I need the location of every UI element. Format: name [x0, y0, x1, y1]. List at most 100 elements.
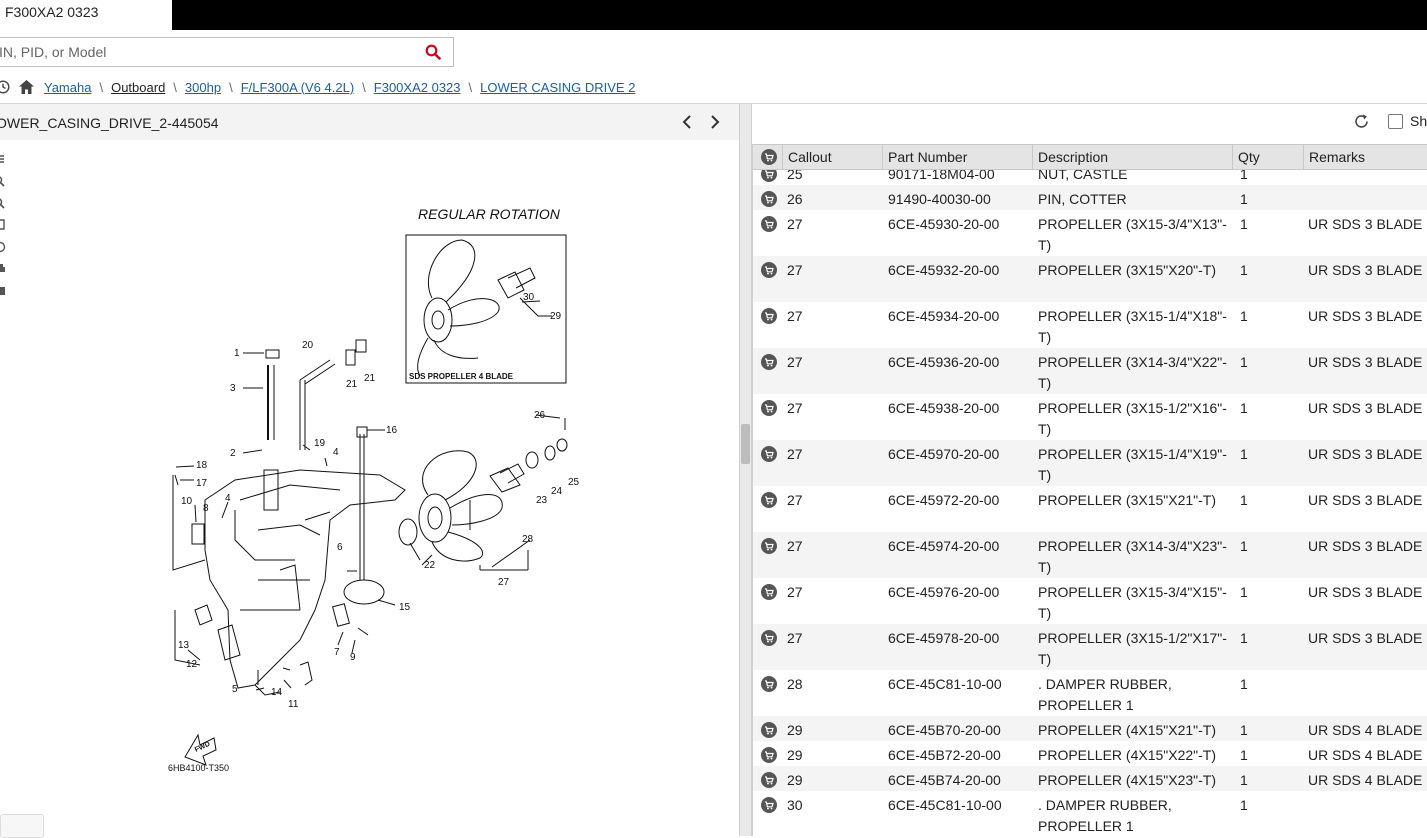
callout-22[interactable]: 22 — [424, 560, 436, 571]
table-row[interactable]: 27 6CE-45978-20-00 PROPELLER (3X15-1/2"X17… — [753, 624, 1427, 670]
callout-6[interactable]: 6 — [337, 542, 343, 553]
callout-18[interactable]: 18 — [196, 460, 208, 471]
cell-desc: PROPELLER (3X15-1/4"X19"-T) — [1038, 446, 1227, 483]
callout-2[interactable]: 2 — [230, 448, 236, 459]
header-qty[interactable]: Qty — [1232, 145, 1303, 170]
table-row[interactable]: 27 6CE-45938-20-00 PROPELLER (3X15-1/2"X16… — [753, 394, 1427, 440]
cart-icon[interactable] — [761, 400, 777, 416]
cell-callout: 29 — [787, 747, 803, 763]
callout-17[interactable]: 17 — [196, 478, 208, 489]
callout-3[interactable]: 3 — [230, 383, 236, 394]
parts-toolbar: Sh — [752, 104, 1427, 140]
splitter-handle[interactable] — [741, 424, 750, 464]
header-description[interactable]: Description — [1032, 145, 1232, 170]
breadcrumb-model-family[interactable]: F/LF300A (V6 4.2L) — [241, 80, 354, 95]
tab-active[interactable]: F300XA2 0323 — [0, 0, 172, 30]
table-row[interactable]: 27 6CE-45976-20-00 PROPELLER (3X15-3/4"X15… — [753, 578, 1427, 624]
show-checkbox[interactable] — [1388, 114, 1403, 129]
cell-desc: PROPELLER (3X15"X20"-T) — [1038, 262, 1217, 278]
recaptcha-badge[interactable] — [0, 814, 44, 838]
breadcrumb-model[interactable]: F300XA2 0323 — [374, 80, 461, 95]
cart-icon[interactable] — [761, 216, 777, 232]
header-part-number[interactable]: Part Number — [882, 145, 1032, 170]
table-row[interactable]: 27 6CE-45972-20-00 PROPELLER (3X15"X21"-T)… — [753, 486, 1427, 532]
cart-icon[interactable] — [761, 492, 777, 508]
cell-part: 91490-40030-00 — [888, 191, 991, 207]
cart-icon[interactable] — [761, 262, 777, 278]
breadcrumb-assembly[interactable]: LOWER CASING DRIVE 2 — [480, 80, 635, 95]
cart-icon[interactable] — [761, 354, 777, 370]
cart-icon[interactable] — [761, 747, 777, 763]
callout-20[interactable]: 20 — [302, 340, 314, 351]
callout-29[interactable]: 29 — [550, 311, 562, 322]
search-icon[interactable] — [425, 44, 441, 60]
cell-callout: 27 — [787, 538, 803, 554]
callout-8[interactable]: 8 — [203, 503, 209, 514]
breadcrumb-300hp[interactable]: 300hp — [185, 80, 221, 95]
callout-14[interactable]: 14 — [271, 687, 283, 698]
table-row[interactable]: 30 6CE-45C81-10-00 . DAMPER RUBBER, PROPEL… — [753, 791, 1427, 836]
callout-5[interactable]: 5 — [232, 684, 238, 695]
home-icon[interactable] — [18, 79, 35, 95]
cell-part: 6CE-45932-20-00 — [888, 262, 1000, 278]
chevron-right-icon[interactable] — [708, 114, 722, 130]
cart-icon[interactable] — [761, 630, 777, 646]
callout-1[interactable]: 1 — [234, 348, 240, 359]
table-row[interactable]: 27 6CE-45970-20-00 PROPELLER (3X15-1/4"X19… — [753, 440, 1427, 486]
cart-icon[interactable] — [761, 308, 777, 324]
cart-icon[interactable] — [761, 584, 777, 600]
exploded-parts-diagram[interactable]: REGULAR ROTATION SDS PROPELLER 4 BLADE 6… — [0, 140, 739, 836]
breadcrumb-yamaha[interactable]: Yamaha — [44, 80, 91, 95]
cart-icon[interactable] — [761, 722, 777, 738]
parts-table: 25 90171-18M04-00 NUT, CASTLE 1 26 91490-4003… — [752, 144, 1427, 836]
history-icon[interactable] — [0, 80, 10, 94]
table-row[interactable]: 27 6CE-45930-20-00 PROPELLER (3X15-3/4"X13… — [753, 210, 1427, 256]
cart-icon[interactable] — [761, 446, 777, 462]
callout-13[interactable]: 13 — [178, 640, 190, 651]
callout-4[interactable]: 4 — [225, 493, 231, 504]
callout-15[interactable]: 15 — [399, 602, 411, 613]
breadcrumb-outboard[interactable]: Outboard — [111, 80, 165, 95]
callout-12[interactable]: 12 — [186, 659, 198, 670]
callout-9[interactable]: 9 — [350, 652, 356, 663]
callout-16[interactable]: 16 — [386, 425, 398, 436]
cell-remarks: UR SDS 3 BLADE — [1308, 262, 1423, 278]
cell-part: 6CE-45C81-10-00 — [888, 676, 1002, 692]
header-callout[interactable]: Callout — [782, 145, 882, 170]
callout-21b[interactable]: 21 — [364, 373, 376, 384]
callout-4b[interactable]: 4 — [333, 447, 339, 458]
callout-24[interactable]: 24 — [551, 486, 563, 497]
header-remarks[interactable]: Remarks — [1303, 145, 1427, 170]
table-row[interactable]: 29 6CE-45B72-20-00 PROPELLER (4X15"X22"-T)… — [753, 741, 1427, 766]
cart-icon[interactable] — [761, 191, 777, 207]
callout-10[interactable]: 10 — [181, 496, 193, 507]
callout-27[interactable]: 27 — [498, 577, 510, 588]
refresh-icon[interactable] — [1353, 113, 1370, 130]
cart-icon[interactable] — [761, 538, 777, 554]
table-row[interactable]: 27 6CE-45932-20-00 PROPELLER (3X15"X20"-T)… — [753, 256, 1427, 302]
callout-30[interactable]: 30 — [523, 292, 535, 303]
table-row[interactable]: 26 91490-40030-00 PIN, COTTER 1 — [753, 185, 1427, 210]
callout-28[interactable]: 28 — [522, 534, 534, 545]
cart-icon[interactable] — [761, 149, 777, 165]
cart-icon[interactable] — [761, 797, 777, 813]
callout-23[interactable]: 23 — [536, 495, 548, 506]
table-row[interactable]: 27 6CE-45934-20-00 PROPELLER (3X15-1/4"X18… — [753, 302, 1427, 348]
callout-25[interactable]: 25 — [568, 477, 580, 488]
callout-26[interactable]: 26 — [534, 410, 546, 421]
callout-11[interactable]: 11 — [288, 699, 299, 710]
callout-7[interactable]: 7 — [334, 647, 340, 658]
table-row[interactable]: 27 6CE-45974-20-00 PROPELLER (3X14-3/4"X23… — [753, 532, 1427, 578]
callout-19[interactable]: 19 — [314, 438, 326, 449]
callout-21[interactable]: 21 — [346, 379, 358, 390]
panel-splitter[interactable] — [739, 104, 752, 836]
search-input[interactable] — [0, 38, 419, 66]
table-row[interactable]: 29 6CE-45B70-20-00 PROPELLER (4X15"X21"-T)… — [753, 716, 1427, 741]
table-row[interactable]: 28 6CE-45C81-10-00 . DAMPER RUBBER, PROPEL… — [753, 670, 1427, 716]
chevron-left-icon[interactable] — [680, 114, 694, 130]
cart-icon[interactable] — [761, 676, 777, 692]
table-row[interactable]: 27 6CE-45936-20-00 PROPELLER (3X14-3/4"X22… — [753, 348, 1427, 394]
cell-qty: 1 — [1240, 262, 1248, 278]
table-row[interactable]: 29 6CE-45B74-20-00 PROPELLER (4X15"X23"-T)… — [753, 766, 1427, 791]
cart-icon[interactable] — [761, 772, 777, 788]
